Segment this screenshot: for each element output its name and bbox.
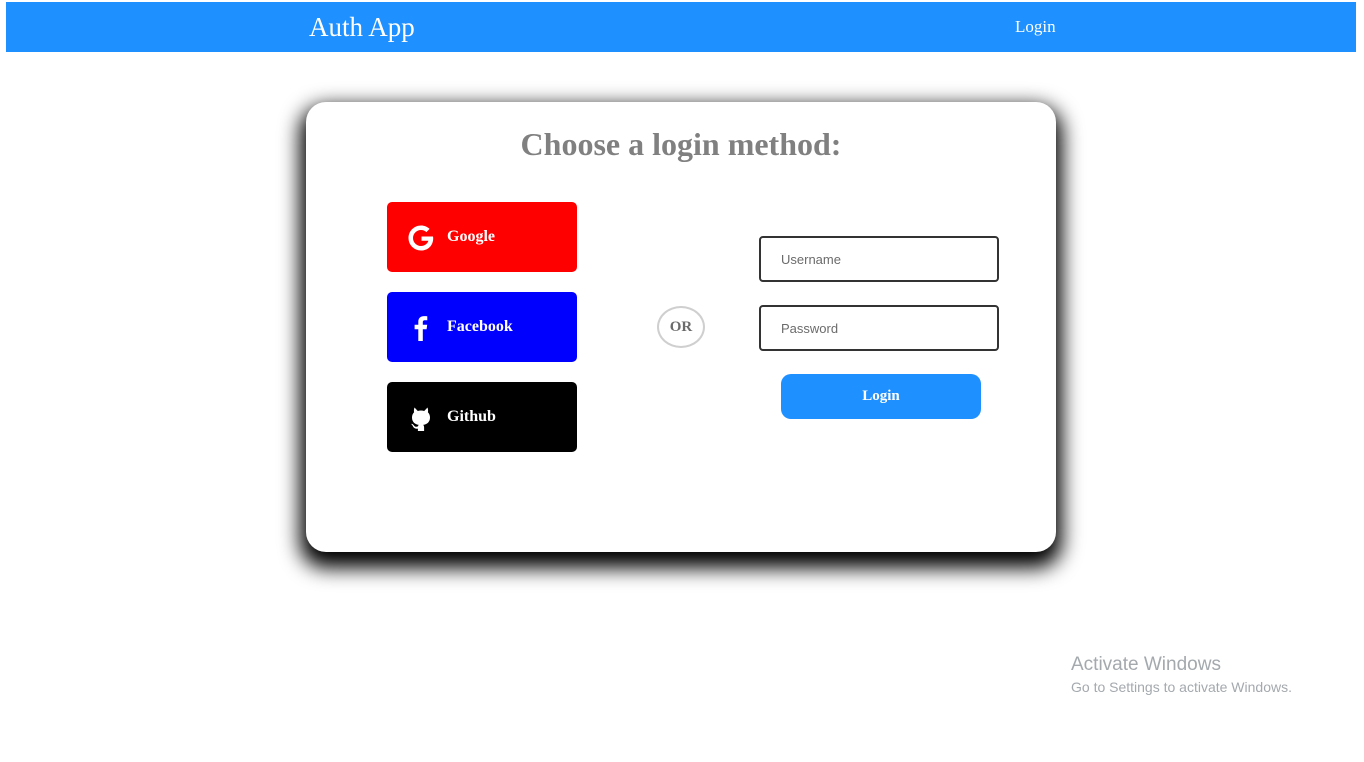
password-input[interactable]	[759, 305, 999, 351]
google-button-label: Google	[447, 228, 495, 245]
watermark-subtitle: Go to Settings to activate Windows.	[1071, 679, 1292, 695]
navbar: Auth App Login	[6, 2, 1356, 52]
watermark-title: Activate Windows	[1071, 654, 1221, 675]
github-button-label: Github	[447, 408, 496, 425]
github-login-button[interactable]: Github	[387, 382, 577, 452]
google-login-button[interactable]: Google	[387, 202, 577, 272]
github-icon	[411, 407, 430, 431]
brand-title[interactable]: Auth App	[309, 11, 415, 43]
facebook-icon	[414, 316, 428, 341]
nav-login-link[interactable]: Login	[1015, 17, 1056, 37]
activate-windows-watermark: Activate Windows Go to Settings to activ…	[1071, 654, 1292, 696]
facebook-login-button[interactable]: Facebook	[387, 292, 577, 362]
facebook-button-label: Facebook	[447, 318, 513, 335]
login-card: Choose a login method: Google Facebook G…	[306, 102, 1056, 552]
google-icon	[408, 225, 434, 251]
login-button[interactable]: Login	[781, 374, 981, 419]
username-input[interactable]	[759, 236, 999, 282]
page-title: Choose a login method:	[520, 126, 842, 162]
or-divider: OR	[657, 306, 705, 348]
